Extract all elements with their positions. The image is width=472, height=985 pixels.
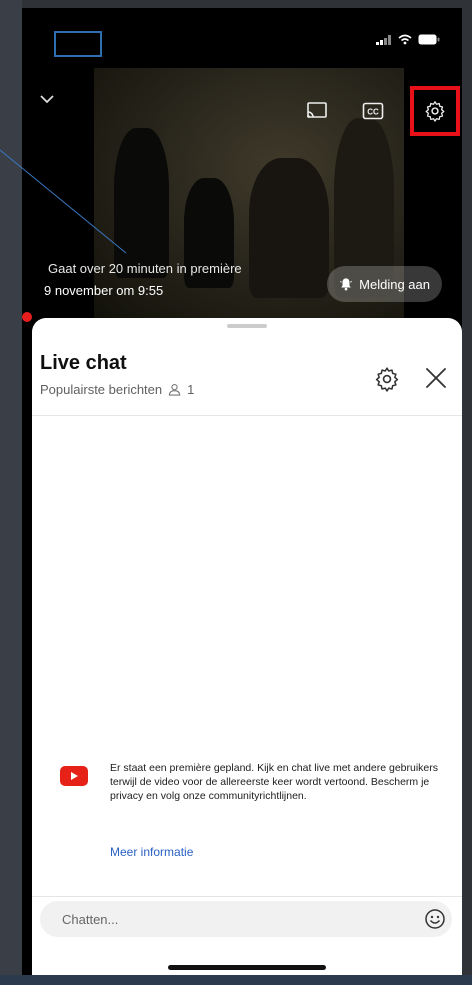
signal-icon (376, 34, 391, 45)
figure (249, 158, 329, 298)
home-indicator (168, 965, 326, 970)
chat-settings-gear-icon[interactable] (374, 366, 400, 392)
more-info-link[interactable]: Meer informatie (110, 845, 193, 859)
youtube-icon (60, 766, 88, 786)
phone-screen: CC Gaat over 20 minuten in première 9 no… (22, 8, 462, 978)
outer-frame-right (462, 0, 472, 985)
bell-icon (340, 278, 353, 291)
outer-frame-left (0, 0, 22, 985)
viewer-count: 1 (187, 382, 195, 397)
annotation-box (54, 31, 102, 57)
status-icons (376, 34, 440, 45)
chat-title: Live chat (40, 352, 127, 374)
status-bar (22, 8, 462, 68)
live-chat-panel: Live chat Populairste berichten 1 Er sta… (32, 318, 462, 978)
outer-frame-bottom (0, 975, 472, 985)
player-top-controls: CC (302, 86, 462, 136)
premiere-countdown: Gaat over 20 minuten in première (48, 261, 242, 276)
notification-button-label: Melding aan (359, 276, 430, 292)
input-divider (32, 896, 462, 897)
video-player[interactable]: CC Gaat over 20 minuten in première 9 no… (22, 68, 462, 322)
captions-icon[interactable]: CC (358, 96, 388, 126)
chevron-down-icon[interactable] (40, 88, 54, 109)
emoji-icon[interactable] (424, 908, 446, 930)
header-divider (32, 415, 462, 416)
chat-filter-label: Populairste berichten (40, 382, 163, 397)
wifi-icon (398, 34, 412, 45)
gear-icon[interactable] (424, 100, 446, 122)
drag-handle[interactable] (227, 324, 267, 328)
premiere-date: 9 november om 9:55 (44, 283, 164, 298)
chat-filter[interactable]: Populairste berichten 1 (40, 382, 194, 397)
battery-icon (418, 34, 440, 45)
figure (114, 128, 169, 278)
cast-icon[interactable] (302, 96, 332, 126)
progress-dot[interactable] (22, 312, 32, 322)
settings-highlight (410, 86, 460, 136)
person-icon (168, 384, 181, 396)
svg-text:CC: CC (367, 108, 379, 117)
chat-input[interactable] (40, 901, 452, 937)
close-icon[interactable] (422, 364, 450, 392)
notification-button[interactable]: Melding aan (327, 266, 442, 302)
outer-frame-top (0, 0, 472, 8)
premiere-info-message: Er staat een première gepland. Kijk en c… (110, 762, 439, 802)
